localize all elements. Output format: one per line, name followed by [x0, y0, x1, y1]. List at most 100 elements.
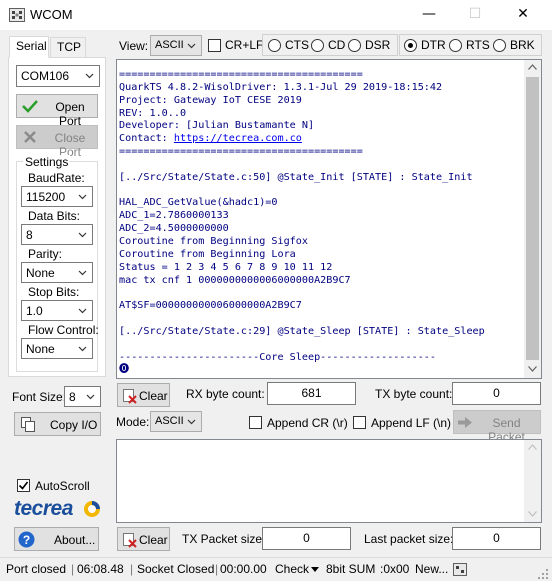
tab-tcp-label: TCP [57, 40, 81, 54]
send-mode-select[interactable]: ASCII [150, 411, 202, 432]
scroll-down-icon[interactable] [528, 366, 537, 372]
baudrate-label: BaudRate: [28, 171, 85, 185]
console-line: QuarkTS 4.8.2-WisolDriver: 1.3.1-Jul 29 … [119, 81, 443, 93]
status-sum-value: :0x00 [380, 562, 410, 576]
resize-grip-icon[interactable] [538, 569, 549, 580]
close-button[interactable]: ✕ [500, 0, 546, 30]
last-packet-size-field: 0 [452, 527, 541, 550]
status-check[interactable]: Check [275, 562, 309, 576]
port-select[interactable]: COM106 [16, 65, 100, 87]
console-line: ======================================== [119, 69, 363, 80]
stopbits-select[interactable]: 1.0 [21, 300, 93, 321]
console-line: Status = 1 2 3 4 5 6 7 8 9 10 11 12 [119, 261, 333, 273]
open-port-button[interactable]: Open Port [16, 94, 98, 128]
rts-label: RTS [466, 38, 490, 52]
append-cr-label: Append CR (\r) [267, 416, 348, 430]
clear-rx-label: Clear [139, 389, 168, 403]
tx-byte-count-label: TX byte count: [375, 387, 453, 401]
console-line: ⓿ [119, 364, 130, 376]
parity-select[interactable]: None [21, 262, 93, 283]
open-port-label: Open Port [55, 100, 85, 128]
console-line: Contact: [119, 133, 174, 145]
scroll-up-icon[interactable] [528, 64, 537, 70]
status-port: Port closed [6, 562, 67, 576]
dtr-label: DTR [421, 38, 446, 52]
font-size-select[interactable]: 8 [64, 386, 101, 407]
checkmark-icon [22, 100, 38, 113]
console-line: REV: 1.0..0 [119, 107, 187, 119]
console-line: -----------------------Core Sleep-------… [119, 351, 436, 363]
tab-serial-label: Serial [16, 39, 47, 53]
crlf-checkbox[interactable] [208, 39, 221, 52]
minimize-button[interactable]: — [406, 0, 452, 30]
maximize-icon: ☐ [468, 6, 482, 22]
cts-radio[interactable] [268, 39, 281, 52]
about-label: About... [54, 533, 96, 547]
dtr-radio[interactable] [404, 39, 417, 52]
brk-radio[interactable] [493, 39, 506, 52]
console-scrollbar[interactable] [524, 60, 541, 378]
baudrate-select[interactable]: 115200 [21, 186, 93, 207]
rx-byte-count-label: RX byte count: [186, 387, 265, 401]
minimize-icon: — [422, 6, 436, 22]
clear-icon [123, 389, 137, 404]
tab-serial[interactable]: Serial [9, 36, 49, 58]
tx-byte-count-field: 0 [452, 382, 541, 405]
chevron-down-icon [78, 194, 87, 200]
stopbits-value: 1.0 [26, 304, 43, 318]
crlf-label: CR+LF [225, 38, 264, 52]
arrow-right-icon [458, 417, 472, 428]
dsr-radio[interactable] [348, 39, 361, 52]
append-cr-checkbox[interactable] [249, 416, 262, 429]
chevron-down-icon [78, 270, 87, 276]
flow-control-select[interactable]: None [21, 338, 93, 359]
logo-mark-icon [84, 501, 100, 517]
scroll-down-icon[interactable] [528, 511, 537, 517]
chevron-down-icon [78, 308, 87, 314]
clear-rx-button[interactable]: Clear [117, 383, 170, 407]
clear-tx-button[interactable]: Clear [117, 527, 170, 551]
cd-label: CD [328, 38, 346, 52]
copy-icon [21, 417, 35, 432]
console-output[interactable]: ========================================… [116, 59, 542, 379]
chevron-down-icon [86, 394, 95, 400]
status-divider-icon: | [215, 562, 219, 576]
settings-title: Settings [23, 155, 71, 169]
status-new[interactable]: New... [415, 562, 448, 576]
autoscroll-checkbox[interactable] [17, 479, 30, 492]
console-line: HAL_ADC_GetValue(&hadc1)=0 [119, 197, 278, 209]
status-bar: Port closed | 06:08.48 | Socket Closed |… [0, 557, 552, 581]
databits-select[interactable]: 8 [21, 224, 93, 245]
append-lf-checkbox[interactable] [353, 416, 366, 429]
send-input[interactable] [116, 439, 542, 523]
send-scrollbar[interactable] [524, 440, 541, 522]
flow-control-value: None [26, 342, 55, 356]
console-line: [../Src/State/State.c:29] @State_Sleep [… [119, 325, 485, 337]
status-time1: 06:08.48 [77, 562, 124, 576]
tab-tcp[interactable]: TCP [50, 37, 86, 58]
rts-radio[interactable] [449, 39, 462, 52]
console-line: Coroutine from Beginning Lora [119, 248, 296, 260]
status-time2: 00:00.00 [220, 562, 267, 576]
send-mode-value: ASCII [155, 415, 184, 427]
view-mode-select[interactable]: ASCII [150, 35, 202, 56]
console-text: ========================================… [119, 69, 485, 377]
mode-label: Mode: [116, 415, 150, 429]
about-button[interactable]: ? About... [14, 527, 99, 551]
status-divider-icon: | [130, 562, 134, 576]
chevron-down-icon[interactable] [311, 567, 319, 572]
logo-text: tecrea [14, 497, 73, 520]
view-label: View: [119, 39, 149, 53]
view-mode-value: ASCII [155, 39, 184, 51]
console-scroll-thumb[interactable] [526, 77, 539, 360]
copy-io-button[interactable]: Copy I/O [14, 412, 101, 436]
chevron-down-icon [187, 419, 196, 425]
contact-link[interactable]: https://tecrea.com.co [174, 133, 302, 144]
cd-radio[interactable] [311, 39, 324, 52]
append-lf-label: Append LF (\n) [371, 416, 452, 430]
databits-label: Data Bits: [28, 209, 81, 223]
maximize-button: ☐ [452, 0, 498, 30]
chevron-down-icon [78, 346, 87, 352]
scroll-up-icon[interactable] [528, 444, 537, 450]
send-packet-button: Send Packet [453, 410, 541, 444]
